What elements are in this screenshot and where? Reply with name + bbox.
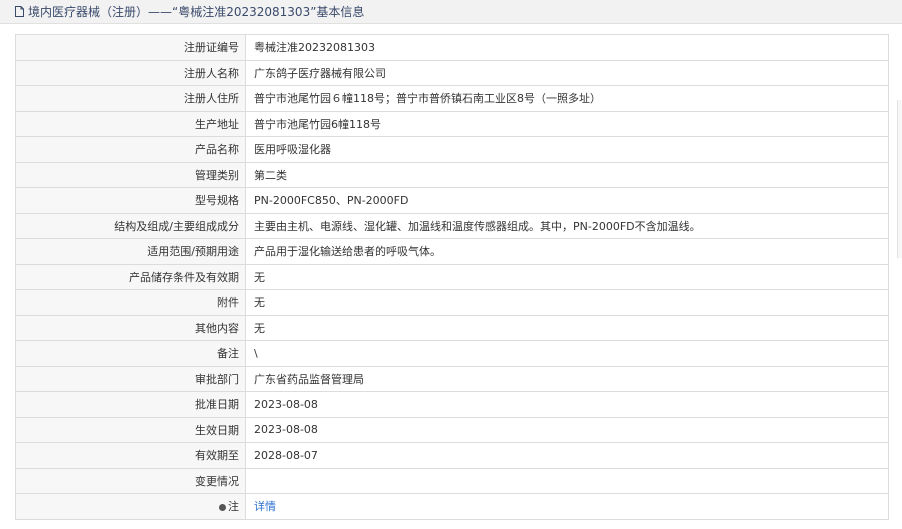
note-dot-icon: [219, 503, 226, 511]
table-row: 有效期至 2028-08-07: [15, 442, 889, 469]
row-label: 注册证编号: [15, 34, 246, 61]
row-label: 审批部门: [15, 365, 246, 392]
page-title: 境内医疗器械（注册）——“粤械注准20232081303”基本信息: [28, 5, 365, 19]
table-row: 管理类别 第二类: [15, 161, 889, 188]
row-label: 产品名称: [15, 136, 246, 163]
note-value-cell: 详情: [245, 493, 889, 520]
table-row: 产品储存条件及有效期无: [15, 263, 889, 290]
table-row: 型号规格 PN-2000FC850、PN-2000FD: [15, 187, 889, 214]
note-label-cell: 注: [15, 493, 246, 520]
row-label: 适用范围/预期用途: [15, 238, 246, 265]
row-label: 型号规格: [15, 187, 246, 214]
row-label: 产品储存条件及有效期: [15, 263, 246, 290]
table-row: 变更情况: [15, 467, 889, 494]
row-value: 普宁市池尾竹园6幢118号: [245, 110, 889, 137]
row-label: 管理类别: [15, 161, 246, 188]
page-header: 境内医疗器械（注册）——“粤械注准20232081303”基本信息: [0, 0, 902, 24]
row-label: 生效日期: [15, 416, 246, 443]
row-value: 广东省药品监督管理局: [245, 365, 889, 392]
row-value: 普宁市池尾竹园６幢118号；普宁市普侨镇石南工业区8号（一照多址）: [245, 85, 889, 112]
row-value: 无: [245, 314, 889, 341]
table-row: 其他内容无: [15, 314, 889, 341]
row-label: 注册人名称: [15, 59, 246, 86]
row-value: 第二类: [245, 161, 889, 188]
side-scroll-strip: [897, 100, 902, 258]
row-value: 无: [245, 263, 889, 290]
row-label: 结构及组成/主要组成成分: [15, 212, 246, 239]
table-row: 生效日期 2023-08-08: [15, 416, 889, 443]
row-value: 粤械注准20232081303: [245, 34, 889, 61]
table-row: 注册人名称 广东鸽子医疗器械有限公司: [15, 59, 889, 86]
row-value: 广东鸽子医疗器械有限公司: [245, 59, 889, 86]
row-label: 注册人住所: [15, 85, 246, 112]
row-value: 2023-08-08: [245, 416, 889, 443]
table-row: 附件无: [15, 289, 889, 316]
basic-info-table: 注册证编号 粤械注准20232081303 注册人名称 广东鸽子医疗器械有限公司 注…: [15, 34, 889, 520]
table-row: 备注 \: [15, 340, 889, 367]
row-label: 附件: [15, 289, 246, 316]
row-value: 2028-08-07: [245, 442, 889, 469]
table-row: 注册证编号 粤械注准20232081303: [15, 34, 889, 61]
row-label: 有效期至: [15, 442, 246, 469]
table-row: 生产地址 普宁市池尾竹园6幢118号: [15, 110, 889, 137]
row-value: 主要由主机、电源线、湿化罐、加温线和温度传感器组成。其中，PN-2000FD不含…: [245, 212, 889, 239]
row-value: \: [245, 340, 889, 367]
row-label: 批准日期: [15, 391, 246, 418]
row-label: 生产地址: [15, 110, 246, 137]
table-row: 注册人住所 普宁市池尾竹园６幢118号；普宁市普侨镇石南工业区8号（一照多址）: [15, 85, 889, 112]
note-label: 注: [228, 500, 239, 514]
row-label: 备注: [15, 340, 246, 367]
row-label: 其他内容: [15, 314, 246, 341]
table-row-note: 注 详情: [15, 493, 889, 520]
detail-link[interactable]: 详情: [254, 500, 276, 513]
document-icon: [15, 6, 24, 17]
table-row: 审批部门 广东省药品监督管理局: [15, 365, 889, 392]
table-row: 批准日期 2023-08-08: [15, 391, 889, 418]
table-row: 产品名称 医用呼吸湿化器: [15, 136, 889, 163]
row-value: [245, 467, 889, 494]
row-value: PN-2000FC850、PN-2000FD: [245, 187, 889, 214]
row-value: 产品用于湿化输送给患者的呼吸气体。: [245, 238, 889, 265]
row-value: 2023-08-08: [245, 391, 889, 418]
row-value: 医用呼吸湿化器: [245, 136, 889, 163]
table-row: 结构及组成/主要组成成分 主要由主机、电源线、湿化罐、加温线和温度传感器组成。其中…: [15, 212, 889, 239]
row-label: 变更情况: [15, 467, 246, 494]
row-value: 无: [245, 289, 889, 316]
table-row: 适用范围/预期用途 产品用于湿化输送给患者的呼吸气体。: [15, 238, 889, 265]
